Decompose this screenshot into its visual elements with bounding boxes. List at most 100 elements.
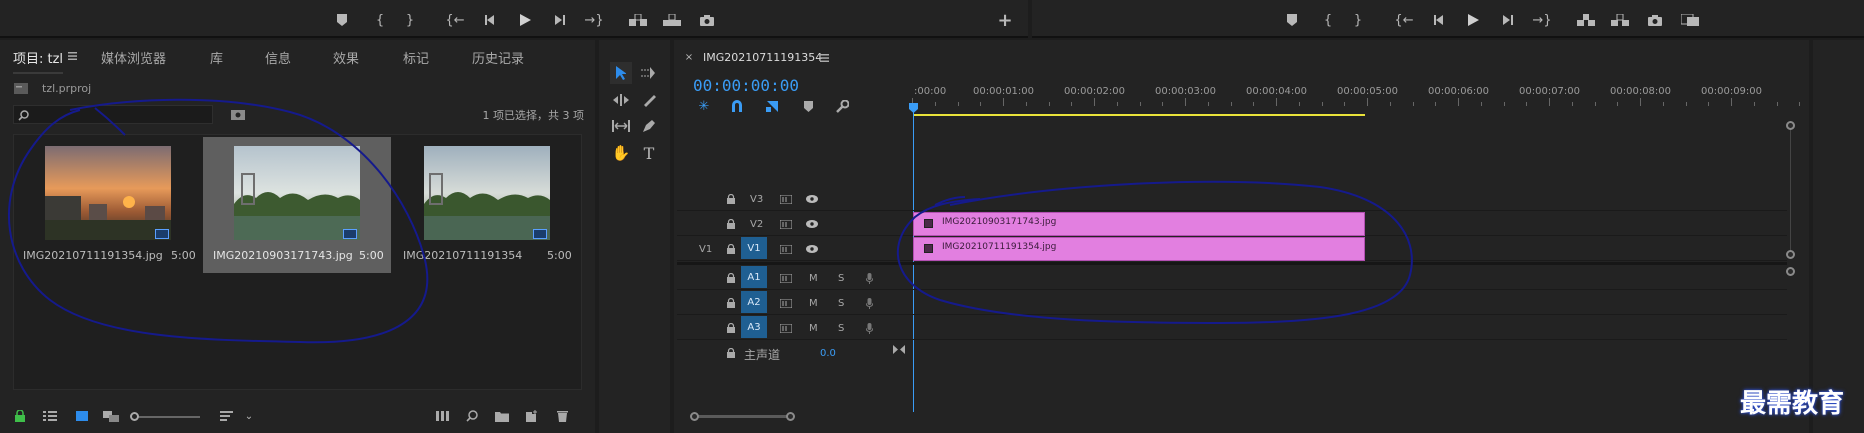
step-forward-icon[interactable] [552,12,568,28]
sync-lock-icon[interactable] [779,321,793,335]
microphone-icon[interactable] [862,271,876,285]
type-tool-icon[interactable]: T [638,142,660,164]
marker-icon[interactable] [1283,12,1301,28]
freeform-view-icon[interactable] [102,408,120,424]
play-icon[interactable] [1464,11,1482,29]
insert-icon[interactable] [628,12,648,28]
tab-effects[interactable]: 效果 [333,48,359,67]
source-patch-v1[interactable]: V1 [699,244,712,255]
timeline-menu-icon[interactable] [818,52,830,64]
step-forward-icon[interactable] [1500,12,1516,28]
zoom-slider[interactable] [130,412,200,421]
vscroll-handle-top[interactable] [1786,121,1795,130]
wrench-icon[interactable] [834,98,850,114]
sync-lock-icon[interactable] [779,242,793,256]
add-marker-icon[interactable] [800,98,816,114]
mute-button[interactable]: M [809,323,818,334]
chevron-down-icon[interactable]: ⌄ [243,408,255,424]
vscroll-handle-bottom[interactable] [1786,250,1795,259]
sync-lock-icon[interactable] [779,296,793,310]
trash-icon[interactable] [554,408,570,424]
tab-info[interactable]: 信息 [265,48,291,67]
lock-icon[interactable] [724,346,738,360]
go-to-out-icon[interactable]: →} [584,12,603,28]
lock-icon[interactable] [724,192,738,206]
pen-tool-icon[interactable] [638,115,660,137]
track-target-a1[interactable]: A1 [741,266,767,288]
sort-icon[interactable] [218,408,234,424]
microphone-icon[interactable] [862,321,876,335]
go-to-in-icon[interactable]: {← [1394,12,1413,28]
mark-out-icon[interactable]: } [1350,12,1366,28]
track-target-a3[interactable]: A3 [741,316,767,338]
nest-icon[interactable]: ✳ [696,98,712,114]
sync-lock-icon[interactable] [779,217,793,231]
hand-tool-icon[interactable]: ✋ [610,142,632,164]
compare-icon[interactable] [1680,12,1700,28]
scrollbar-handle-right[interactable] [786,412,795,421]
track-label-v2[interactable]: V2 [750,219,763,230]
step-back-icon[interactable] [482,12,498,28]
vertical-scrollbar-video[interactable] [1790,126,1791,254]
lift-icon[interactable] [1576,12,1596,28]
track-label-v3[interactable]: V3 [750,194,763,205]
selection-tool-icon[interactable] [610,62,632,84]
work-area-bar[interactable] [913,114,1365,116]
eye-icon[interactable] [805,192,819,206]
lock-icon[interactable] [724,217,738,231]
track-target-v1[interactable]: V1 [741,237,767,259]
master-volume-value[interactable]: 0.0 [820,348,836,359]
tab-libraries[interactable]: 库 [210,48,223,67]
track-select-tool-icon[interactable] [638,62,660,84]
tab-history[interactable]: 历史记录 [472,48,524,67]
step-back-icon[interactable] [1431,12,1447,28]
close-icon[interactable]: × [683,51,695,63]
microphone-icon[interactable] [862,296,876,310]
new-bin-icon[interactable] [494,408,510,424]
solo-button[interactable]: S [838,273,844,284]
add-button-icon[interactable]: + [996,10,1014,31]
eye-icon[interactable] [805,242,819,256]
mute-button[interactable]: M [809,298,818,309]
go-to-in-icon[interactable]: {← [445,12,464,28]
timecode-display[interactable]: 00:00:00:00 [693,76,799,95]
razor-tool-icon[interactable] [638,89,660,111]
play-icon[interactable] [516,11,534,29]
new-item-icon[interactable] [524,408,540,424]
marker-icon[interactable] [333,12,351,28]
automate-to-sequence-icon[interactable] [434,408,452,424]
slip-tool-icon[interactable] [610,115,632,137]
sequence-tab-name[interactable]: IMG20210711191354 [703,51,822,64]
extract-icon[interactable] [1610,12,1630,28]
lock-icon[interactable] [724,296,738,310]
lock-icon[interactable] [724,271,738,285]
track-target-a2[interactable]: A2 [741,291,767,313]
tab-markers[interactable]: 标记 [403,48,429,67]
solo-button[interactable]: S [838,323,844,334]
sync-lock-icon[interactable] [779,271,793,285]
solo-button[interactable]: S [838,298,844,309]
export-frame-icon[interactable] [698,12,716,28]
linked-selection-icon[interactable] [764,98,780,114]
scrollbar-handle-left[interactable] [690,412,699,421]
eye-icon[interactable] [805,217,819,231]
sync-lock-icon[interactable] [779,192,793,206]
go-to-out-icon[interactable]: →} [1532,12,1551,28]
mark-in-icon[interactable]: { [372,12,388,28]
tab-project[interactable]: 项目: tzl [13,48,64,74]
lock-icon[interactable] [12,408,28,424]
find-icon[interactable] [464,408,480,424]
mark-out-icon[interactable]: } [402,12,418,28]
ripple-edit-tool-icon[interactable] [610,89,632,111]
tab-media-browser[interactable]: 媒体浏览器 [101,48,166,67]
list-view-icon[interactable] [42,408,58,424]
mute-button[interactable]: M [809,273,818,284]
lock-icon[interactable] [724,321,738,335]
panel-menu-icon[interactable] [66,50,78,62]
mark-in-icon[interactable]: { [1320,12,1336,28]
zoom-slider-handle[interactable] [130,412,139,421]
horizontal-scrollbar[interactable] [694,415,792,418]
overwrite-icon[interactable] [662,12,682,28]
vscroll-audio-handle[interactable] [1786,267,1795,276]
lock-icon[interactable] [724,242,738,256]
